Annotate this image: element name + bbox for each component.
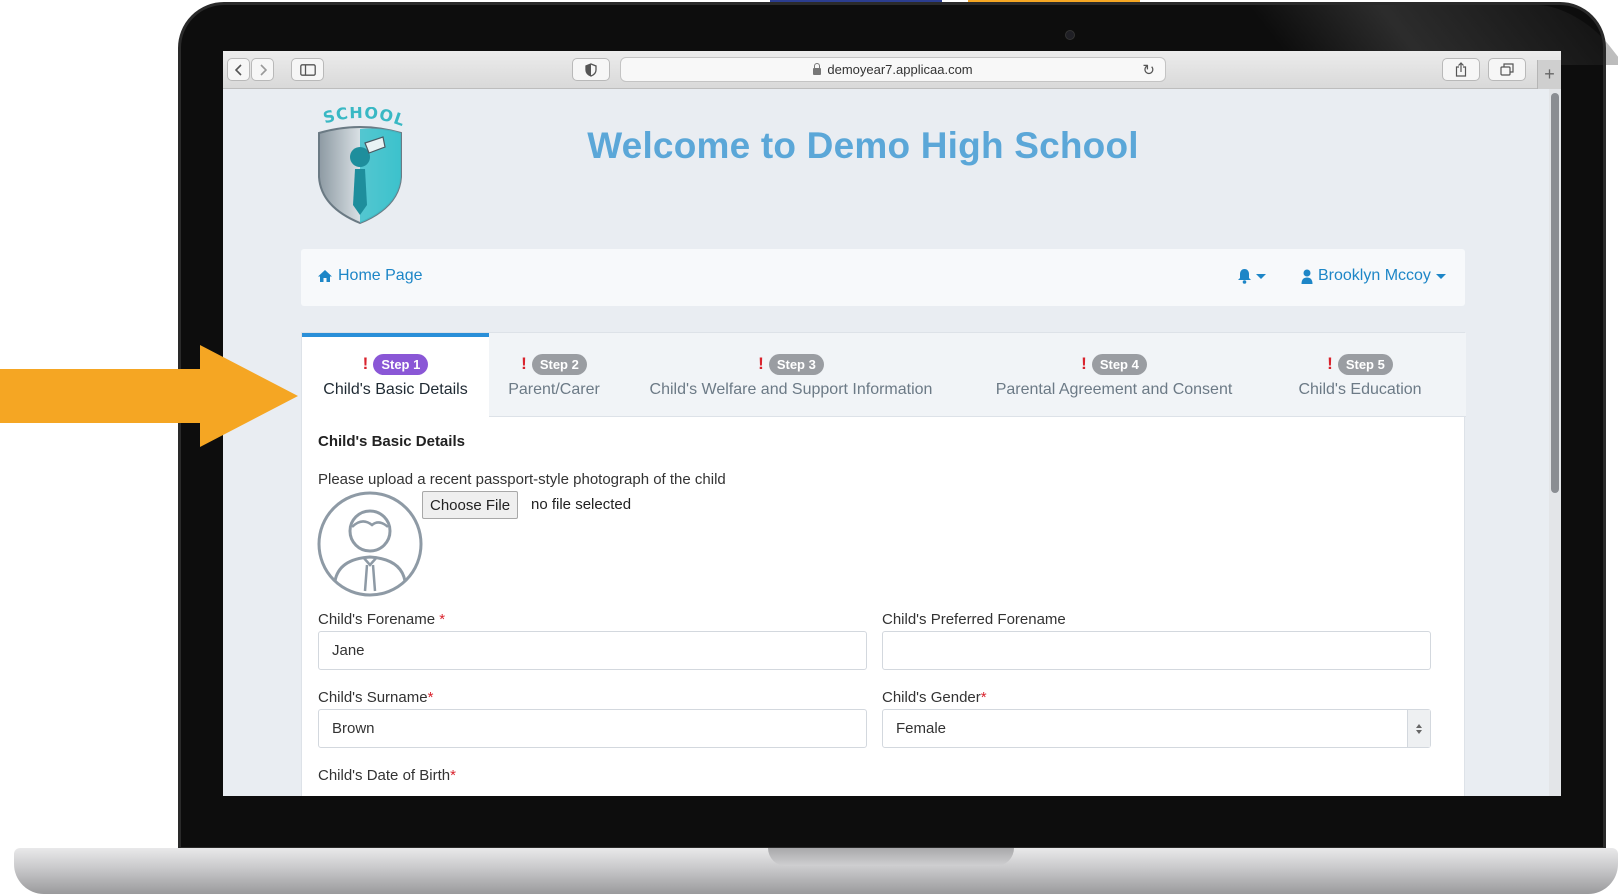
tab-label: Parental Agreement and Consent <box>995 381 1233 398</box>
bell-icon <box>1238 269 1251 284</box>
url-text: demoyear7.applicaa.com <box>827 62 973 77</box>
step-badge: Step 3 <box>768 353 824 375</box>
user-icon <box>1301 269 1313 284</box>
file-status: no file selected <box>531 496 632 513</box>
alert-icon: ! <box>521 354 527 373</box>
tabs-overview-button[interactable] <box>1488 58 1526 81</box>
tab-label: Child's Basic Details <box>323 381 468 398</box>
home-link[interactable]: Home Page <box>317 267 423 285</box>
notifications-dropdown[interactable] <box>1237 268 1266 284</box>
tab-step-1[interactable]: ! Step 1 Child's Basic Details <box>302 333 489 418</box>
gender-select[interactable]: Female <box>882 709 1431 748</box>
sidebar-icon <box>299 63 316 76</box>
web-page: SCHOOL Welcome to Demo High School Home … <box>223 89 1561 796</box>
tab-step-5[interactable]: ! Step 5 Child's Education <box>1275 333 1445 417</box>
top-navbar: Home Page Brooklyn Mccoy <box>301 249 1465 306</box>
step-badge: Step 1 <box>373 353 429 375</box>
user-menu-dropdown[interactable]: Brooklyn Mccoy <box>1301 267 1446 285</box>
page-title: Welcome to Demo High School <box>587 125 1139 166</box>
step-badge: Step 2 <box>531 353 587 375</box>
back-button[interactable] <box>227 58 250 81</box>
tab-label: Child's Welfare and Support Information <box>649 381 933 398</box>
surname-value: Brown <box>332 720 375 737</box>
tab-label: Parent/Carer <box>508 381 600 398</box>
choose-file-button[interactable]: Choose File <box>422 491 519 519</box>
forename-label-text: Child's Forename <box>318 611 440 628</box>
forename-input[interactable]: Jane <box>318 631 867 670</box>
application-form-card: ! Step 1 Child's Basic Details ! Step 2 … <box>301 332 1466 796</box>
share-button[interactable] <box>1442 58 1480 81</box>
reload-icon[interactable]: ↻ <box>1142 61 1155 79</box>
browser-toolbar: demoyear7.applicaa.com ↻ + <box>223 51 1561 89</box>
lock-icon <box>813 62 822 75</box>
required-mark: * <box>439 611 446 628</box>
step-badge: Step 4 <box>1091 353 1147 375</box>
preferred-forename-label: Child's Preferred Forename <box>882 611 1066 628</box>
alert-icon: ! <box>1081 354 1087 373</box>
browser-window: demoyear7.applicaa.com ↻ + SCHOOL <box>223 51 1561 796</box>
tabs-icon <box>1500 63 1514 76</box>
forename-label: Child's Forename * <box>318 611 445 628</box>
pointer-arrow-icon <box>0 345 298 447</box>
surname-input[interactable]: Brown <box>318 709 867 748</box>
surname-label-text: Child's Surname <box>318 689 428 706</box>
plus-icon: + <box>1544 64 1555 84</box>
step-badge: Step 5 <box>1337 353 1393 375</box>
chevron-right-icon <box>259 63 267 76</box>
tab-step-4[interactable]: ! Step 4 Parental Agreement and Consent <box>975 333 1253 417</box>
privacy-shield-button[interactable] <box>572 58 610 81</box>
chevron-down-icon <box>1256 273 1266 279</box>
home-icon <box>318 270 332 282</box>
forename-value: Jane <box>332 642 365 659</box>
chevron-left-icon <box>234 63 242 76</box>
gender-label-text: Child's Gender <box>882 689 981 706</box>
tab-label: Child's Education <box>1298 381 1422 398</box>
dob-label-text: Child's Date of Birth <box>318 767 451 784</box>
alert-icon: ! <box>362 354 369 373</box>
dob-label: Child's Date of Birth* <box>318 767 456 784</box>
required-mark: * <box>980 689 987 706</box>
sidebar-toggle-button[interactable] <box>291 58 324 81</box>
alert-icon: ! <box>758 354 764 373</box>
share-icon <box>1455 62 1467 77</box>
upload-prompt: Please upload a recent passport-style ph… <box>318 471 726 488</box>
gender-label: Child's Gender* <box>882 689 987 706</box>
gender-value: Female <box>896 720 947 737</box>
avatar-placeholder-icon <box>317 491 423 597</box>
forward-button[interactable] <box>251 58 274 81</box>
camera-icon <box>1065 30 1075 40</box>
alert-icon: ! <box>1327 354 1333 373</box>
school-logo: SCHOOL <box>318 107 405 225</box>
user-name: Brooklyn Mccoy <box>1318 267 1431 284</box>
tab-step-2[interactable]: ! Step 2 Parent/Carer <box>490 333 618 417</box>
page-scrollbar[interactable] <box>1549 89 1561 796</box>
chevron-down-icon <box>1435 273 1446 279</box>
laptop-notch <box>768 848 1014 866</box>
section-title: Child's Basic Details <box>318 433 465 450</box>
home-link-label: Home Page <box>338 267 423 284</box>
shield-icon <box>585 62 597 77</box>
required-mark: * <box>450 767 456 784</box>
select-arrows-icon <box>1407 710 1430 747</box>
address-bar[interactable]: demoyear7.applicaa.com ↻ <box>620 57 1166 82</box>
scrollbar-thumb[interactable] <box>1551 93 1559 493</box>
required-mark: * <box>427 689 434 706</box>
step-tabs: ! Step 1 Child's Basic Details ! Step 2 … <box>302 333 1466 418</box>
surname-label: Child's Surname* <box>318 689 433 706</box>
tab-step-3[interactable]: ! Step 3 Child's Welfare and Support Inf… <box>629 333 953 417</box>
new-tab-button[interactable]: + <box>1537 60 1561 89</box>
preferred-forename-input[interactable] <box>882 631 1431 670</box>
